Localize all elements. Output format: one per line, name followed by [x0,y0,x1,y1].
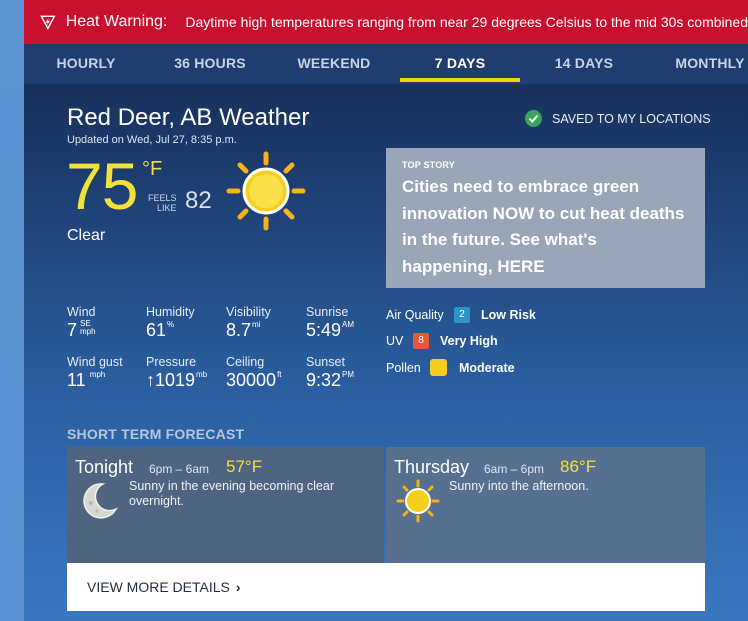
saved-locations-button[interactable]: SAVED TO MY LOCATIONS [525,110,711,127]
current-condition: Clear [67,227,106,244]
sunrise-label: Sunrise [306,305,349,319]
air-quality-label: Air Quality [386,308,444,322]
sunrise-ampm: AM [342,320,355,329]
tab-monthly[interactable]: MONTHLY [648,44,748,84]
uv-label: UV [386,334,404,348]
updated-timestamp: Updated on Wed, Jul 27, 8:35 p.m. [67,134,237,146]
sunrise-metric: Sunrise 5:49AM [306,305,354,341]
uv-badge: 8 [413,333,429,349]
ceiling-value: 30000ft [226,370,282,391]
sunset-label: Sunset [306,355,345,369]
location-title: Red Deer, AB Weather [67,104,310,131]
feels-like-label: FEELS LIKE [148,193,177,213]
forecast-temp: 86°F [560,457,597,476]
current-temperature: 75 [66,149,138,223]
wind-metric: Wind 7 SE mph [67,305,96,341]
pressure-value: ↑1019mb [146,370,207,391]
feels-label-line2: LIKE [157,203,177,213]
ceiling-unit: ft [277,370,282,379]
warning-title: Heat Warning: [65,13,168,30]
top-story-card[interactable]: TOP STORY Cities need to embrace green i… [386,148,705,288]
forecast-day: Tonight [75,457,134,477]
feels-label-line1: FEELS [148,193,177,203]
wind-gust-number: 11 [67,370,86,390]
tab-hourly[interactable]: HOURLY [24,44,148,84]
wind-gust-label: Wind gust [67,355,123,369]
air-quality-row[interactable]: Air Quality 2 Low Risk [386,307,536,323]
wind-speed: 7 [67,320,78,340]
humidity-unit: % [167,320,175,329]
left-page-margin [0,0,24,621]
uv-level: Very High [440,334,498,348]
forecast-card-thursday[interactable]: Thursday 6am – 6pm 86°F Sunny into the a… [386,447,705,563]
pollen-badge [430,359,447,376]
tab-7-days[interactable]: 7 DAYS [400,44,520,84]
air-quality-badge: 2 [454,307,470,323]
forecast-description: Sunny in the evening becoming clear over… [129,479,334,508]
sun-icon [226,151,306,231]
tab-14-days[interactable]: 14 DAYS [524,44,644,84]
visibility-value: 8.7mi [226,320,271,341]
view-more-details-button[interactable]: VIEW MORE DETAILS › [67,563,705,611]
humidity-number: 61 [146,320,167,340]
sunrise-value: 5:49AM [306,320,354,341]
sunrise-time: 5:49 [306,320,342,340]
forecast-temp: 57°F [226,457,263,476]
sun-icon [396,479,440,523]
wind-label: Wind [67,305,96,319]
forecast-time: 6am – 6pm [484,462,545,476]
sunset-metric: Sunset 9:32PM [306,355,354,391]
ceiling-metric: Ceiling 30000ft [226,355,282,391]
ceiling-number: 30000 [226,370,277,390]
pollen-row[interactable]: Pollen Moderate [386,359,515,376]
visibility-label: Visibility [226,305,271,319]
saved-label: SAVED TO MY LOCATIONS [552,111,711,126]
short-term-forecast-title: SHORT TERM FORECAST [67,426,245,442]
pollen-level: Moderate [459,360,515,375]
humidity-metric: Humidity 61% [146,305,195,341]
wind-gust-unit: mph [89,370,106,379]
temperature-unit: °F [142,158,163,180]
wind-value: 7 SE mph [67,320,96,341]
humidity-value: 61% [146,320,195,341]
humidity-label: Humidity [146,305,195,319]
sunset-time: 9:32 [306,370,342,390]
forecast-description: Sunny into the afternoon. [449,479,589,493]
sunset-value: 9:32PM [306,370,354,391]
forecast-tabs: HOURLY 36 HOURS WEEKEND 7 DAYS 14 DAYS M… [24,44,748,84]
forecast-time: 6pm – 6am [149,462,210,476]
warning-text: Daytime high temperatures ranging from n… [185,14,748,30]
visibility-unit: mi [252,320,261,329]
ceiling-label: Ceiling [226,355,265,369]
pressure-unit: mb [196,370,208,379]
tab-weekend[interactable]: WEEKEND [272,44,396,84]
forecast-day: Thursday [394,457,470,477]
heat-warning-banner[interactable]: Heat Warning: Daytime high temperatures … [24,0,748,44]
pressure-number: ↑1019 [146,370,196,390]
wind-gust-value: 11 mph [67,370,123,391]
pollen-label: Pollen [386,360,421,375]
pressure-metric: Pressure ↑1019mb [146,355,207,391]
view-more-details-label: VIEW MORE DETAILS [87,579,230,595]
wind-unit: mph [80,327,96,336]
scrollbar[interactable] [740,84,748,621]
pressure-label: Pressure [146,355,197,369]
chevron-right-icon: › [235,579,241,595]
checkmark-icon [525,110,542,127]
tab-36-hours[interactable]: 36 HOURS [148,44,272,84]
sunset-ampm: PM [342,370,355,379]
wind-gust-metric: Wind gust 11 mph [67,355,123,391]
top-story-headline[interactable]: Cities need to embrace green innovation … [402,174,689,280]
visibility-number: 8.7 [226,320,252,340]
warning-triangle-icon [40,15,56,30]
moon-icon [83,483,118,519]
feels-like-value: 82 [185,187,212,214]
forecast-card-tonight[interactable]: Tonight 6pm – 6am 57°F Sunny in the even… [67,447,384,563]
air-quality-level: Low Risk [481,308,536,322]
top-story-kicker: TOP STORY [402,160,455,170]
uv-row[interactable]: UV 8 Very High [386,333,498,349]
visibility-metric: Visibility 8.7mi [226,305,271,341]
